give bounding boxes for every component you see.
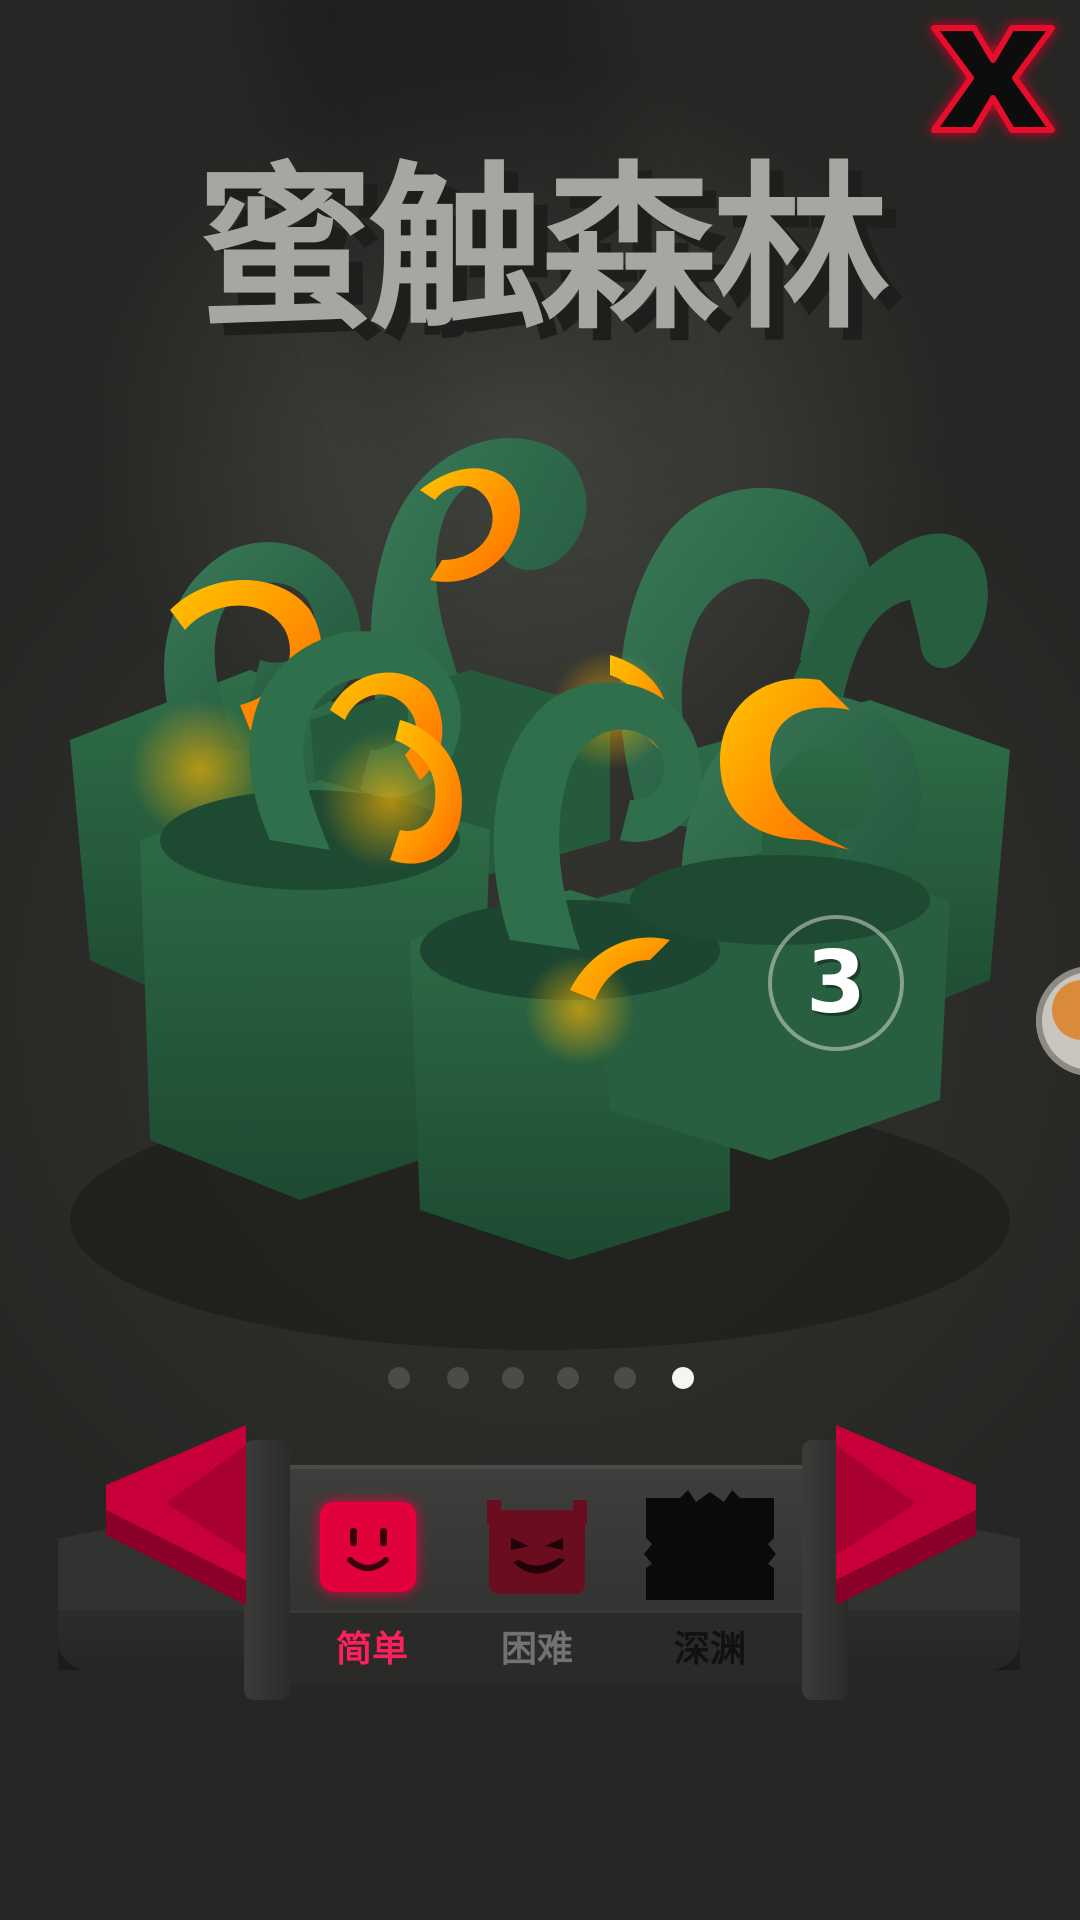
next-level-button[interactable]: [826, 1415, 986, 1615]
page-dot[interactable]: [447, 1367, 469, 1389]
difficulty-easy-label: 简单: [335, 1629, 408, 1670]
page-dot[interactable]: [614, 1367, 636, 1389]
smiley-face-icon: [320, 1502, 416, 1592]
prev-level-button[interactable]: [96, 1415, 256, 1615]
difficulty-abyss-label: 深渊: [673, 1629, 746, 1670]
abyss-monster-icon: [644, 1490, 776, 1600]
page-dot-active[interactable]: [672, 1367, 694, 1389]
close-x-icon: [931, 25, 1055, 133]
next-map-thumbnail: [1052, 980, 1080, 1040]
difficulty-abyss-button[interactable]: [640, 1488, 780, 1608]
level-number-badge[interactable]: 3: [768, 915, 904, 1051]
difficulty-hard-button[interactable]: [467, 1488, 607, 1608]
close-button[interactable]: [920, 14, 1066, 144]
page-dot[interactable]: [557, 1367, 579, 1389]
page-dot[interactable]: [388, 1367, 410, 1389]
page-dot[interactable]: [502, 1367, 524, 1389]
difficulty-easy-button[interactable]: [298, 1488, 438, 1608]
difficulty-hard-label: 困难: [500, 1629, 573, 1670]
arrow-left-icon: [106, 1425, 246, 1605]
level-select-screen: 蜜触森林 3 简单 困难 深渊: [0, 0, 1080, 1920]
carousel-page-indicator: [0, 1367, 1080, 1391]
tentacle-forest-illustration: [70, 438, 1010, 1350]
devil-face-icon: [487, 1500, 587, 1594]
next-map-peek[interactable]: [1036, 966, 1080, 1076]
level-artwork[interactable]: [50, 420, 1030, 1360]
arrow-right-icon: [836, 1425, 976, 1605]
level-title: 蜜触森林: [196, 146, 890, 353]
